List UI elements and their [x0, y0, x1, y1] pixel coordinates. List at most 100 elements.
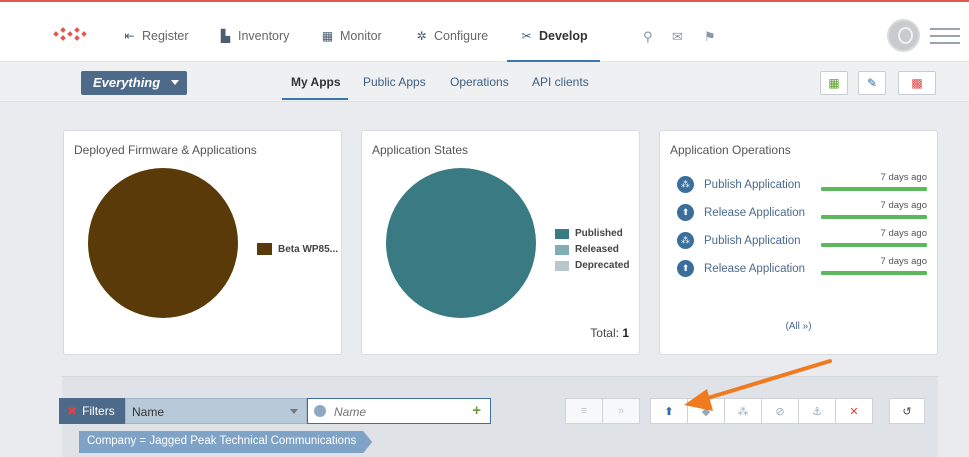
scope-dropdown[interactable]: Everything [81, 71, 187, 95]
operation-progress-bar [821, 271, 927, 275]
tools-icon: ✂ [521, 29, 532, 43]
total-label: Total: [590, 326, 619, 340]
scope-label: Everything [93, 75, 161, 90]
operation-progress-bar [821, 187, 927, 191]
legend-item-released: Released [555, 244, 619, 255]
monitor-icon: ▦ [321, 29, 334, 43]
list-view-button[interactable]: ≡ [565, 398, 603, 424]
total-count: Total: 1 [590, 326, 629, 340]
tab-public-apps[interactable]: Public Apps [363, 75, 426, 89]
add-icon: ▦ [828, 76, 840, 90]
tab-operations[interactable]: Operations [450, 75, 509, 89]
operation-row[interactable]: ⬆ Release Application 7 days ago [677, 200, 927, 225]
chevron-down-icon [171, 80, 179, 85]
operation-time: 7 days ago [880, 228, 927, 239]
edit-app-button[interactable]: ✎ [858, 71, 886, 95]
legend-item-deprecated: Deprecated [555, 260, 629, 271]
delete-icon: ✕ [849, 405, 859, 418]
subtab-active-indicator [282, 98, 348, 100]
firmware-card-title: Deployed Firmware & Applications [74, 143, 257, 157]
operation-time: 7 days ago [880, 256, 927, 267]
hamburger-menu-icon[interactable] [930, 28, 960, 49]
close-icon[interactable]: ✖ [67, 404, 77, 418]
nav-inventory[interactable]: ▙ Inventory [219, 29, 290, 43]
edit-icon: ✎ [866, 76, 878, 90]
refresh-button[interactable]: ↺ [889, 398, 925, 424]
release-icon: ⬆ [664, 405, 674, 418]
app-operations-card-title: Application Operations [670, 143, 791, 157]
firmware-pie-slice[interactable] [88, 168, 238, 318]
nav-configure-label: Configure [434, 29, 489, 43]
legend-item-published: Published [555, 228, 623, 239]
delete-app-button[interactable]: ▩ [898, 71, 936, 95]
chevron-down-icon [290, 409, 298, 414]
publish-button[interactable]: ⁂ [724, 398, 762, 424]
nav-inventory-label: Inventory [238, 29, 290, 43]
filter-field-value: Name [132, 405, 165, 419]
double-chevron-icon: » [617, 405, 625, 417]
firmware-legend-item: Beta WP85... [257, 243, 338, 255]
operation-label[interactable]: Release Application [704, 263, 805, 275]
avatar[interactable] [887, 19, 920, 52]
tab-api-clients[interactable]: API clients [532, 75, 589, 89]
app-states-card-title: Application States [372, 143, 469, 157]
next-button[interactable]: » [602, 398, 640, 424]
legend-swatch [555, 228, 569, 239]
top-navbar: ⇤ Register ▙ Inventory ▦ Monitor ✲ Confi… [0, 0, 969, 63]
publish-icon: ⁂ [737, 405, 749, 418]
search-icon[interactable]: ⚲ [643, 29, 653, 45]
register-icon: ⇤ [124, 29, 135, 43]
filter-value-input[interactable] [334, 403, 454, 421]
filter-type-icon [314, 405, 326, 417]
deprecate-button[interactable]: ⊘ [761, 398, 799, 424]
nav-configure[interactable]: ✲ Configure [415, 29, 488, 43]
megaphone-icon[interactable]: ⚑ [704, 29, 716, 45]
operation-progress-bar [821, 243, 927, 247]
legend-swatch [555, 244, 569, 255]
operation-label[interactable]: Publish Application [704, 179, 801, 191]
operation-row[interactable]: ⁂ Publish Application 7 days ago [677, 172, 927, 197]
operation-label[interactable]: Publish Application [704, 235, 801, 247]
filters-toggle[interactable]: ✖ Filters [59, 398, 125, 424]
operation-row[interactable]: ⬆ Release Application 7 days ago [677, 256, 927, 281]
inventory-icon: ▙ [220, 29, 231, 43]
rollback-icon: ◆ [701, 405, 711, 418]
app-actions-group: ⬆ ◆ ⁂ ⊘ ⚓ ✕ [650, 398, 873, 424]
filter-value-field: + [307, 398, 491, 424]
tab-my-apps[interactable]: My Apps [291, 75, 341, 89]
create-app-button[interactable]: ▦ [820, 71, 848, 95]
nav-monitor-label: Monitor [340, 29, 382, 43]
operation-label[interactable]: Release Application [704, 207, 805, 219]
delete-button[interactable]: ✕ [835, 398, 873, 424]
release-button[interactable]: ⬆ [650, 398, 688, 424]
install-button[interactable]: ⚓ [798, 398, 836, 424]
install-icon: ⚓ [812, 405, 822, 418]
nav-register[interactable]: ⇤ Register [123, 29, 188, 43]
gear-icon: ✲ [416, 29, 427, 43]
mail-icon[interactable]: ✉ [672, 29, 683, 45]
sierra-logo-icon[interactable] [52, 24, 92, 44]
legend-label: Published [575, 228, 623, 239]
publish-icon: ⁂ [677, 176, 694, 193]
add-filter-icon[interactable]: + [472, 402, 481, 419]
refresh-group: ↺ [889, 398, 925, 424]
filter-field-select[interactable]: Name [125, 398, 307, 424]
legend-label: Released [575, 244, 619, 255]
publish-icon: ⁂ [677, 232, 694, 249]
rollback-button[interactable]: ◆ [687, 398, 725, 424]
legend-swatch [555, 260, 569, 271]
app-states-pie-slice[interactable] [386, 168, 536, 318]
sub-header: Everything My Apps Public Apps Operation… [0, 62, 969, 102]
operation-time: 7 days ago [880, 200, 927, 211]
legend-swatch [257, 243, 272, 255]
release-icon: ⬆ [677, 204, 694, 221]
app-states-card: Application States Published Released De… [361, 130, 640, 355]
nav-monitor[interactable]: ▦ Monitor [321, 29, 382, 43]
firmware-card: Deployed Firmware & Applications Beta WP… [63, 130, 342, 355]
operation-progress-bar [821, 215, 927, 219]
all-operations-link[interactable]: (All ») [660, 321, 937, 332]
filter-chip[interactable]: Company = Jagged Peak Technical Communic… [79, 431, 372, 453]
app-operations-card: Application Operations ⁂ Publish Applica… [659, 130, 938, 355]
operation-row[interactable]: ⁂ Publish Application 7 days ago [677, 228, 927, 253]
nav-develop[interactable]: ✂ Develop [520, 29, 587, 43]
